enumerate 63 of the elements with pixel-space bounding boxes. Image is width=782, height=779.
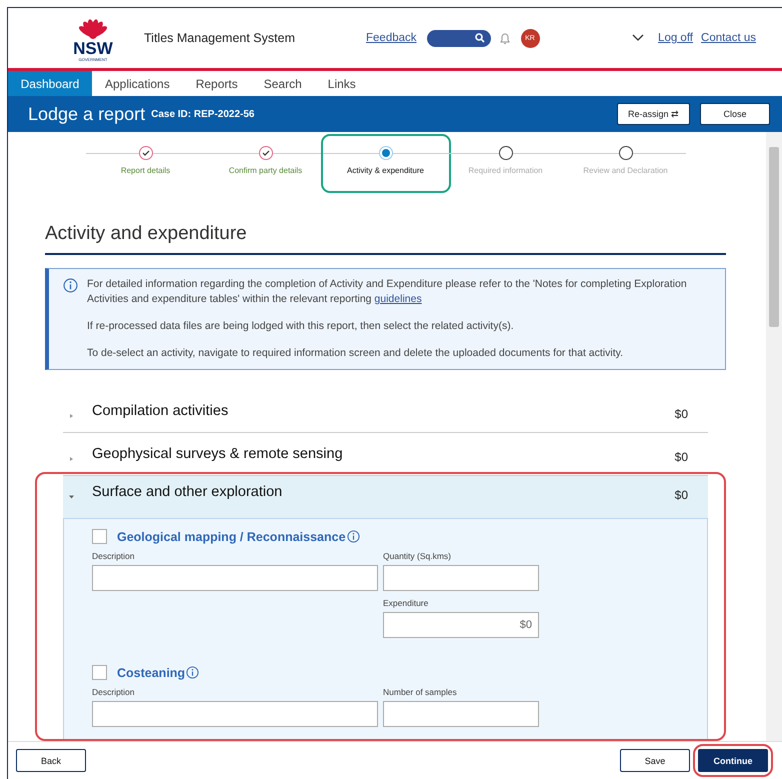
checkbox[interactable] [92, 665, 107, 680]
input-field[interactable] [383, 565, 539, 591]
field-label: Quantity (Sq.kms) [383, 551, 452, 561]
field-label: Number of samples [383, 687, 458, 697]
info-text: To de-select an activity, navigate to required information screen and delete the uploaded documents for that activity. [87, 346, 624, 361]
nav-tab[interactable]: Dashboard [8, 71, 92, 96]
guidelines-link[interactable]: guidelines [374, 293, 422, 305]
info-icon[interactable] [346, 530, 360, 543]
caret-icon [69, 495, 74, 499]
step-label: Review and Declaration [583, 166, 668, 175]
field-label: Description [92, 687, 136, 697]
scroll-thumb[interactable] [769, 147, 779, 327]
caret-icon [69, 457, 74, 461]
step-label: Confirm party details [228, 166, 302, 175]
caret-icon [69, 414, 74, 418]
back-button[interactable]: Back [16, 749, 86, 772]
input-field[interactable] [92, 565, 378, 591]
case-id: Case ID: REP-2022-56 [151, 108, 256, 120]
bell-icon[interactable] [498, 32, 511, 44]
accordion-title: Surface and other exploration [92, 484, 284, 500]
save-button[interactable]: Save [620, 749, 690, 772]
input-field[interactable] [92, 701, 378, 727]
step-label: Required information [468, 166, 543, 175]
section-heading: Activity and expenditure [45, 223, 726, 255]
input-field[interactable] [383, 701, 539, 727]
field-label: Expenditure [383, 598, 430, 608]
search-field[interactable] [426, 30, 491, 46]
activity-name: Costeaning [117, 666, 186, 680]
section-amount: $0 [674, 450, 688, 464]
check-icon [262, 149, 270, 157]
info-icon [63, 278, 78, 293]
continue-button[interactable]: Continue [698, 749, 768, 772]
title-bar-button[interactable]: Re-assign ⇄ [616, 103, 690, 125]
section-amount: $0 [674, 488, 688, 502]
scrollbar[interactable] [766, 132, 782, 741]
nav-tab[interactable]: Search [250, 71, 315, 96]
app-title: Titles Management System [144, 31, 296, 45]
logo-text: NSW [73, 40, 113, 56]
input-field[interactable]: $0 [383, 612, 539, 638]
info-text: For detailed information regarding the completion of Activity and Expenditure please refer to the 'Notes for completing Exploration Activities and expenditure tables' within the relevant reporting guidelines [87, 277, 688, 307]
header-link[interactable]: Contact us [701, 32, 756, 44]
accordion-title: Compilation activities [92, 403, 230, 419]
search-icon [474, 33, 485, 43]
feedback-link[interactable]: Feedback [366, 32, 417, 44]
checkbox[interactable] [92, 529, 107, 544]
info-icon[interactable] [186, 666, 200, 679]
field-label: Description [92, 551, 136, 561]
section-amount: $0 [674, 407, 688, 421]
check-icon [142, 149, 150, 157]
page-title: Lodge a report [28, 104, 146, 124]
accordion-header[interactable]: Surface and other exploration $0 [63, 476, 708, 518]
info-text: If re-processed data files are being lodged with this report, then select the related activity(s). [87, 319, 515, 334]
nav-tab[interactable]: Reports [182, 71, 251, 96]
step-label: Activity & expenditure [347, 166, 424, 175]
nav-tab[interactable]: Applications [92, 71, 183, 96]
nav-tab[interactable]: Links [314, 71, 369, 96]
activity-name: Geological mapping / Reconnaissance [117, 530, 346, 544]
step-label: Report details [120, 166, 170, 175]
chevron-down-icon[interactable] [632, 34, 644, 42]
title-bar-button[interactable]: Close [700, 103, 770, 125]
accordion-title: Geophysical surveys & remote sensing [92, 446, 344, 462]
accordion-header[interactable]: Compilation activities $0 [63, 390, 708, 433]
header-link[interactable]: Log off [658, 32, 694, 44]
